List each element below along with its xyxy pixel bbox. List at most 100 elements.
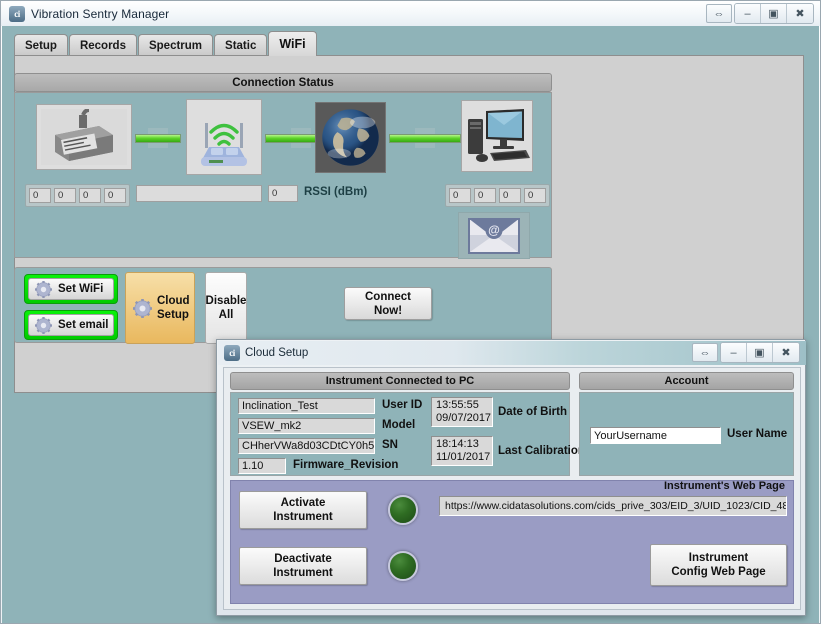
- user-id-field[interactable]: Inclination_Test: [238, 398, 375, 414]
- activate-instrument-line1: Activate: [280, 497, 326, 509]
- deactivate-instrument-labels: Deactivate Instrument: [273, 552, 332, 580]
- disable-all-label-line1: Disable: [205, 295, 247, 307]
- link-internet-pc: [389, 127, 461, 149]
- set-wifi-button-inner: Set WiFi: [28, 278, 114, 300]
- user-name-field[interactable]: YourUsername: [590, 427, 721, 444]
- disable-all-button[interactable]: Disable All: [205, 272, 247, 344]
- connect-now-label-line1: Connect: [365, 290, 411, 303]
- activate-status-led: [388, 495, 418, 525]
- instrument-panel-header: Instrument Connected to PC: [230, 372, 570, 390]
- desktop-computer-icon: [462, 101, 532, 171]
- instrument-ip-octet-4[interactable]: 0: [104, 188, 126, 203]
- ssid-field[interactable]: [136, 185, 262, 202]
- pc-ip-octet-2[interactable]: 0: [474, 188, 496, 203]
- connect-now-label-line2: Now!: [373, 304, 403, 317]
- close-button[interactable]: ✖: [787, 4, 813, 23]
- rssi-value-field: 0: [268, 185, 298, 202]
- tab-spectrum[interactable]: Spectrum: [137, 34, 214, 56]
- pc-ip-octet-4[interactable]: 0: [524, 188, 546, 203]
- wifi-router-icon: [189, 102, 259, 172]
- activate-instrument-labels: Activate Instrument: [273, 496, 332, 524]
- instrument-web-page-label: Instrument's Web Page: [664, 480, 785, 492]
- window-control-group: – ▣ ✖: [720, 342, 800, 363]
- cloud-setup-titlebar: ci Cloud Setup ⇔ – ▣ ✖: [218, 341, 806, 365]
- instrument-web-page-url-field[interactable]: https://www.cidatasolutions.com/cids_pri…: [439, 496, 787, 516]
- instrument-panel: Inclination_Test User ID VSEW_mk2 Model …: [230, 392, 585, 476]
- resize-button[interactable]: ⇔: [692, 343, 718, 362]
- maximize-button[interactable]: ▣: [747, 343, 773, 362]
- gear-icon: [133, 298, 152, 318]
- last-calibration-label: Last Calibration: [498, 445, 585, 457]
- connection-status-header: Connection Status: [14, 73, 552, 92]
- user-name-label: User Name: [727, 428, 788, 440]
- date-of-birth-time: 13:55:55: [436, 399, 479, 411]
- instrument-config-web-page-labels: Instrument Config Web Page: [671, 551, 765, 579]
- link-status-bar-1: [135, 133, 181, 143]
- activate-instrument-button[interactable]: Activate Instrument: [239, 491, 367, 529]
- vibration-sensor-photo: [41, 109, 127, 165]
- main-titlebar: ci Vibration Sentry Manager ⇔ – ▣ ✖: [1, 1, 820, 26]
- tab-setup[interactable]: Setup: [14, 34, 68, 56]
- pc-ip-octet-3[interactable]: 0: [499, 188, 521, 203]
- instrument-config-web-page-button[interactable]: Instrument Config Web Page: [650, 544, 787, 586]
- model-label: Model: [382, 419, 416, 431]
- pc-ip-octet-1[interactable]: 0: [449, 188, 471, 203]
- envelope-flap-right: [494, 234, 518, 252]
- connect-now-button[interactable]: Connect Now!: [344, 287, 432, 320]
- last-calibration-field: 18:14:13 11/01/2017: [431, 436, 493, 466]
- deactivate-instrument-line2: Instrument: [273, 567, 333, 579]
- tab-bar: Setup Records Spectrum Static WiFi: [14, 31, 318, 56]
- tab-wifi[interactable]: WiFi: [268, 31, 317, 56]
- instrument-ip-octet-2[interactable]: 0: [54, 188, 76, 203]
- cloud-setup-title: Cloud Setup: [245, 347, 309, 359]
- instrument-ip-octet-3[interactable]: 0: [79, 188, 101, 203]
- cloud-setup-window-buttons: ⇔ – ▣ ✖: [692, 342, 800, 363]
- instrument-ip-octet-1[interactable]: 0: [29, 188, 51, 203]
- disable-all-label-line2: All: [218, 309, 234, 321]
- minimize-button[interactable]: –: [721, 343, 747, 362]
- deactivate-instrument-line1: Deactivate: [274, 553, 332, 565]
- rssi-label: RSSI (dBm): [304, 186, 368, 198]
- last-calibration-time: 18:14:13: [436, 438, 479, 450]
- serial-number-label: SN: [382, 439, 398, 451]
- last-calibration-date: 11/01/2017: [436, 451, 491, 463]
- user-id-label: User ID: [382, 399, 423, 411]
- cloud-setup-label-line1: Cloud: [157, 295, 190, 307]
- internet-device-image: [315, 102, 386, 173]
- close-button[interactable]: ✖: [773, 343, 799, 362]
- gear-icon: [35, 316, 52, 334]
- model-field[interactable]: VSEW_mk2: [238, 418, 375, 434]
- set-email-label: Set email: [58, 319, 109, 331]
- set-wifi-button[interactable]: Set WiFi: [24, 274, 118, 304]
- account-panel-header: Account: [579, 372, 794, 390]
- main-window-buttons: ⇔ – ▣ ✖: [706, 3, 814, 24]
- window-title: Vibration Sentry Manager: [31, 6, 170, 21]
- disable-all-labels: Disable All: [206, 294, 247, 322]
- firmware-revision-field[interactable]: 1.10: [238, 458, 286, 474]
- pc-ip-address-group: 0 0 0 0: [445, 184, 550, 207]
- connect-now-labels: Connect Now!: [365, 290, 411, 318]
- serial-number-field[interactable]: CHherVWa8d03CDtCY0h5ID: [238, 438, 375, 454]
- cloud-setup-label-line2: Setup: [157, 309, 189, 321]
- instrument-config-line1: Instrument: [688, 552, 749, 564]
- cloud-setup-client: Instrument Connected to PC Inclination_T…: [223, 367, 801, 610]
- cloud-setup-button[interactable]: Cloud Setup: [125, 272, 195, 344]
- link-instrument-router: [135, 127, 181, 149]
- set-wifi-label: Set WiFi: [58, 283, 104, 295]
- set-email-button[interactable]: Set email: [24, 310, 118, 340]
- instrument-device-image: [36, 104, 132, 170]
- minimize-button[interactable]: –: [735, 4, 761, 23]
- resize-button[interactable]: ⇔: [706, 4, 732, 23]
- date-of-birth-date: 09/07/2017: [436, 412, 492, 424]
- maximize-button[interactable]: ▣: [761, 4, 787, 23]
- router-device-image: [186, 99, 262, 175]
- tab-static[interactable]: Static: [214, 34, 268, 56]
- connection-status-panel: 0 0 0 0 0 RSSI (dBm) 0 0 0 0: [14, 92, 552, 259]
- app-logo-icon: ci: [224, 345, 240, 361]
- window-control-group: – ▣ ✖: [734, 3, 814, 24]
- deactivate-instrument-button[interactable]: Deactivate Instrument: [239, 547, 367, 585]
- tab-records[interactable]: Records: [68, 34, 137, 56]
- date-of-birth-label: Date of Birth: [498, 406, 567, 418]
- gear-icon: [35, 280, 52, 298]
- link-status-bar-3: [389, 133, 461, 143]
